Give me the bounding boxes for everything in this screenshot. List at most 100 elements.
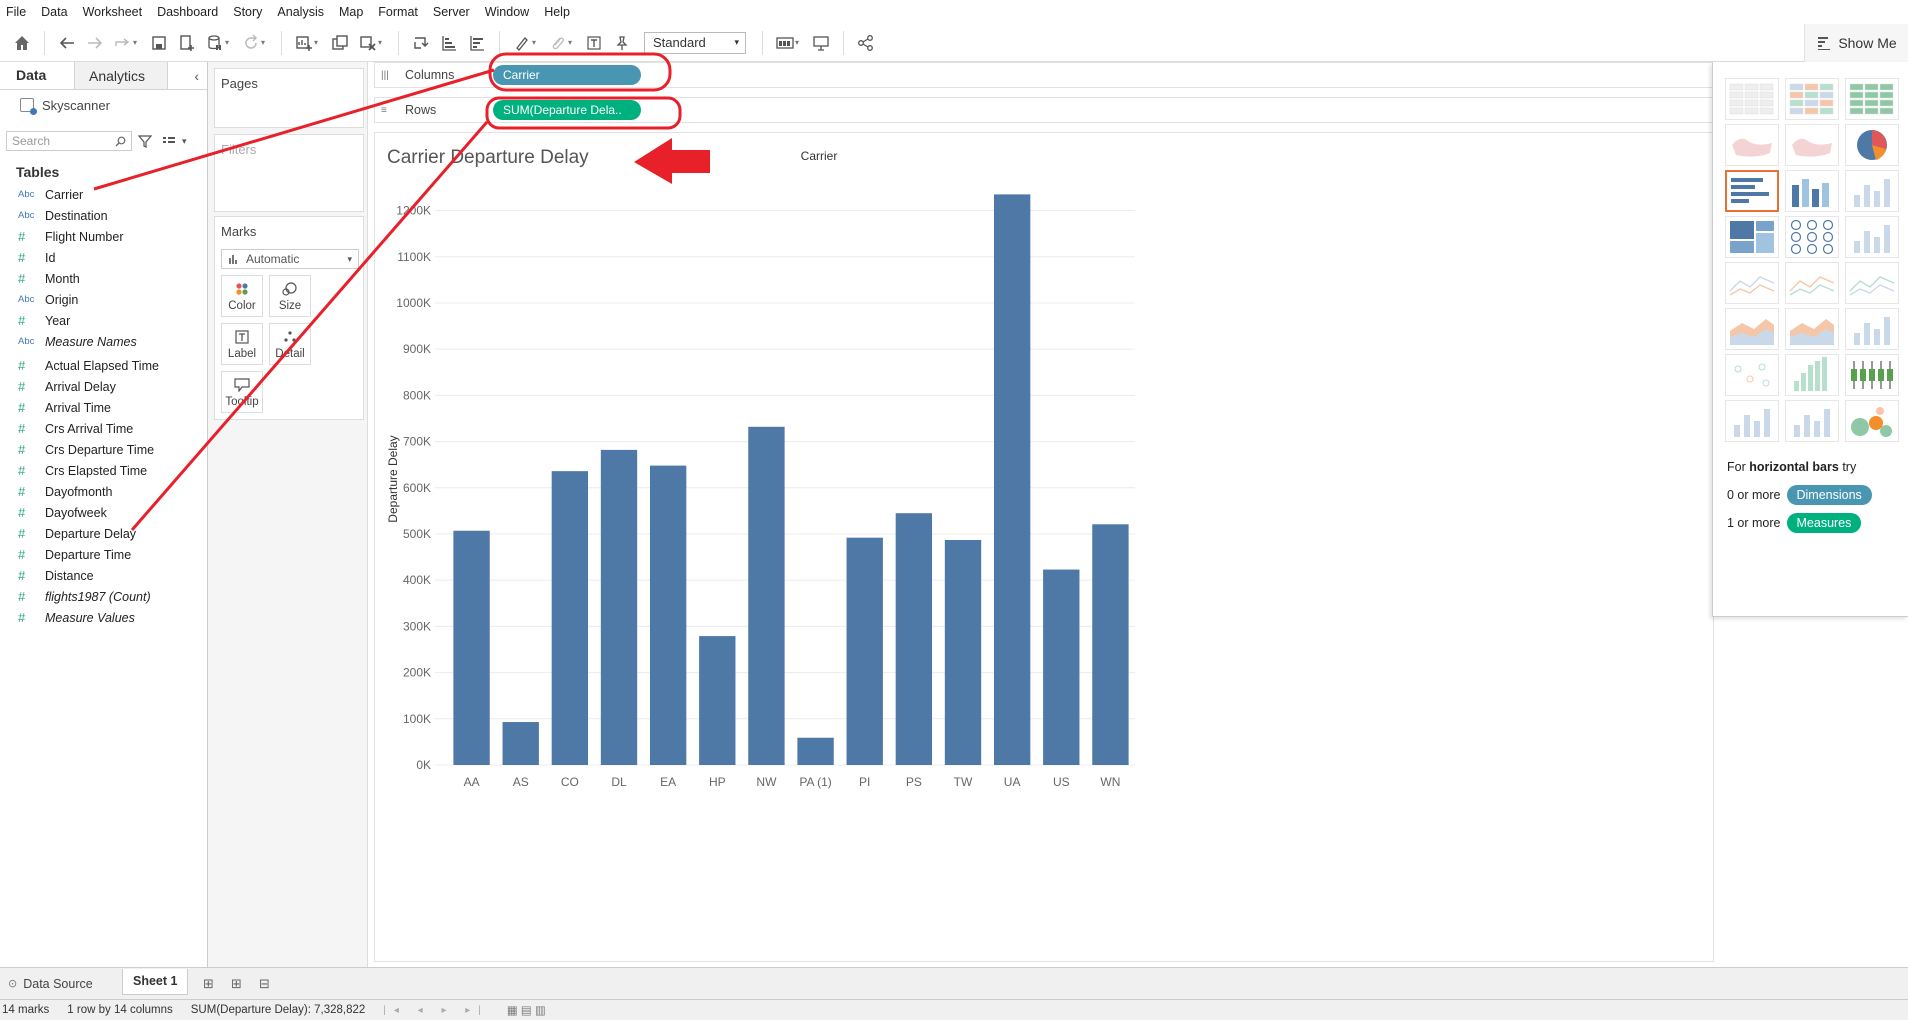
field-departure-time[interactable]: # Departure Time — [0, 544, 207, 565]
show-labels-button[interactable] — [580, 29, 608, 57]
tab-analytics[interactable]: Analytics — [74, 62, 168, 89]
view-list-icon[interactable]: ▾ — [162, 135, 187, 147]
show-me-button[interactable]: Show Me — [1804, 24, 1908, 62]
chart-type-thumbnail[interactable] — [1725, 124, 1779, 166]
new-dashboard-icon[interactable]: ⊞ — [222, 976, 250, 992]
chart-type-thumbnail[interactable] — [1845, 308, 1899, 350]
field-arrival-time[interactable]: # Arrival Time — [0, 397, 207, 418]
menu-item-help[interactable]: Help — [544, 5, 570, 19]
menu-item-window[interactable]: Window — [485, 5, 529, 19]
new-datasource-button[interactable] — [173, 29, 201, 57]
clear-sheet-button[interactable] — [354, 29, 382, 57]
chart-type-thumbnail[interactable] — [1785, 400, 1839, 442]
save-button[interactable] — [145, 29, 173, 57]
menu-item-server[interactable]: Server — [433, 5, 470, 19]
chart-type-thumbnail[interactable] — [1785, 262, 1839, 304]
field-crs-elapsted-time[interactable]: # Crs Elapsted Time — [0, 460, 207, 481]
chart-type-thumbnail[interactable] — [1725, 78, 1779, 120]
filters-card[interactable]: Filters — [214, 134, 364, 212]
new-story-icon[interactable]: ⊟ — [250, 976, 278, 992]
menu-item-analysis[interactable]: Analysis — [277, 5, 324, 19]
chart-type-thumbnail[interactable] — [1725, 400, 1779, 442]
field-flights1987-count[interactable]: # flights1987 (Count) — [0, 586, 207, 607]
refresh-button[interactable] — [237, 29, 265, 57]
sort-ascending-button[interactable] — [435, 29, 463, 57]
field-flight-number[interactable]: # Flight Number — [0, 226, 207, 247]
columns-shelf[interactable]: ||| Columns Carrier — [374, 62, 1714, 88]
highlight-button[interactable] — [508, 29, 536, 57]
view-toggle-icon[interactable]: ▦ ▤ ▥ — [507, 1003, 546, 1017]
duplicate-button[interactable] — [326, 29, 354, 57]
chart-type-thumbnail[interactable] — [1725, 308, 1779, 350]
label-button[interactable]: Label — [221, 323, 263, 365]
menu-item-map[interactable]: Map — [339, 5, 363, 19]
field-measure-names[interactable]: Abc Measure Names — [0, 331, 207, 352]
field-destination[interactable]: Abc Destination — [0, 205, 207, 226]
redo-button[interactable] — [81, 29, 109, 57]
field-arrival-delay[interactable]: # Arrival Delay — [0, 376, 207, 397]
show-cards-button[interactable] — [771, 29, 799, 57]
mark-type-select[interactable]: Automatic ▾ — [221, 249, 359, 269]
undo-button[interactable] — [53, 29, 81, 57]
field-year[interactable]: # Year — [0, 310, 207, 331]
collapse-pane-button[interactable]: ‹ — [194, 62, 199, 89]
home-button[interactable] — [8, 29, 36, 57]
size-button[interactable]: Size — [269, 275, 311, 317]
chart-type-thumbnail[interactable] — [1785, 308, 1839, 350]
fix-axes-button[interactable] — [608, 29, 636, 57]
replay-button[interactable] — [109, 29, 137, 57]
tab-data[interactable]: Data — [0, 62, 74, 89]
group-button[interactable] — [544, 29, 572, 57]
sort-descending-button[interactable] — [463, 29, 491, 57]
pages-card[interactable]: Pages — [214, 68, 364, 128]
field-actual-elapsed-time[interactable]: # Actual Elapsed Time — [0, 355, 207, 376]
chart-type-thumbnail[interactable] — [1845, 78, 1899, 120]
chart-type-thumbnail[interactable] — [1845, 170, 1899, 212]
detail-button[interactable]: Detail — [269, 323, 311, 365]
field-crs-departure-time[interactable]: # Crs Departure Time — [0, 439, 207, 460]
swap-button[interactable] — [407, 29, 435, 57]
field-dayofmonth[interactable]: # Dayofmonth — [0, 481, 207, 502]
field-measure-values[interactable]: # Measure Values — [0, 607, 207, 628]
chart-type-thumbnail[interactable] — [1845, 262, 1899, 304]
chart-type-thumbnail[interactable] — [1845, 400, 1899, 442]
tooltip-button[interactable]: Tooltip — [221, 371, 263, 413]
field-carrier[interactable]: Abc Carrier — [0, 184, 207, 205]
new-worksheet-icon[interactable]: ⊞ — [194, 976, 222, 992]
menu-item-worksheet[interactable]: Worksheet — [83, 5, 143, 19]
rows-pill-departure-delay[interactable]: SUM(Departure Dela.. — [493, 100, 641, 120]
field-dayofweek[interactable]: # Dayofweek — [0, 502, 207, 523]
chart-type-thumbnail[interactable] — [1785, 170, 1839, 212]
chart-type-thumbnail[interactable] — [1725, 170, 1779, 212]
fit-select[interactable]: Standard ▾ — [644, 31, 746, 54]
chart-type-thumbnail[interactable] — [1785, 216, 1839, 258]
filter-icon[interactable] — [138, 134, 152, 148]
chart-type-thumbnail[interactable] — [1845, 124, 1899, 166]
search-input[interactable]: Search — [6, 131, 132, 151]
columns-pill-carrier[interactable]: Carrier — [493, 65, 641, 85]
field-id[interactable]: # Id — [0, 247, 207, 268]
field-crs-arrival-time[interactable]: # Crs Arrival Time — [0, 418, 207, 439]
pause-updates-button[interactable] — [201, 29, 229, 57]
tab-sheet-1[interactable]: Sheet 1 — [122, 968, 189, 995]
color-button[interactable]: Color — [221, 275, 263, 317]
presentation-button[interactable] — [807, 29, 835, 57]
menu-item-data[interactable]: Data — [41, 5, 67, 19]
menu-item-file[interactable]: File — [6, 5, 26, 19]
rows-shelf[interactable]: ≡ Rows SUM(Departure Dela.. — [374, 97, 1714, 123]
field-month[interactable]: # Month — [0, 268, 207, 289]
chart-type-thumbnail[interactable] — [1785, 78, 1839, 120]
new-worksheet-button[interactable] — [290, 29, 318, 57]
field-distance[interactable]: # Distance — [0, 565, 207, 586]
chart-type-thumbnail[interactable] — [1845, 354, 1899, 396]
field-departure-delay[interactable]: # Departure Delay — [0, 523, 207, 544]
chart-type-thumbnail[interactable] — [1725, 262, 1779, 304]
data-source-item[interactable]: Skyscanner — [0, 90, 207, 120]
chart-type-thumbnail[interactable] — [1785, 354, 1839, 396]
field-origin[interactable]: Abc Origin — [0, 289, 207, 310]
share-button[interactable] — [852, 29, 880, 57]
menu-item-story[interactable]: Story — [233, 5, 262, 19]
chart-type-thumbnail[interactable] — [1725, 354, 1779, 396]
sheet-nav-buttons[interactable]: |◂ ◂ ▸ ▸| — [383, 1005, 489, 1016]
tab-data-source[interactable]: ⊙ Data Source — [0, 968, 122, 999]
